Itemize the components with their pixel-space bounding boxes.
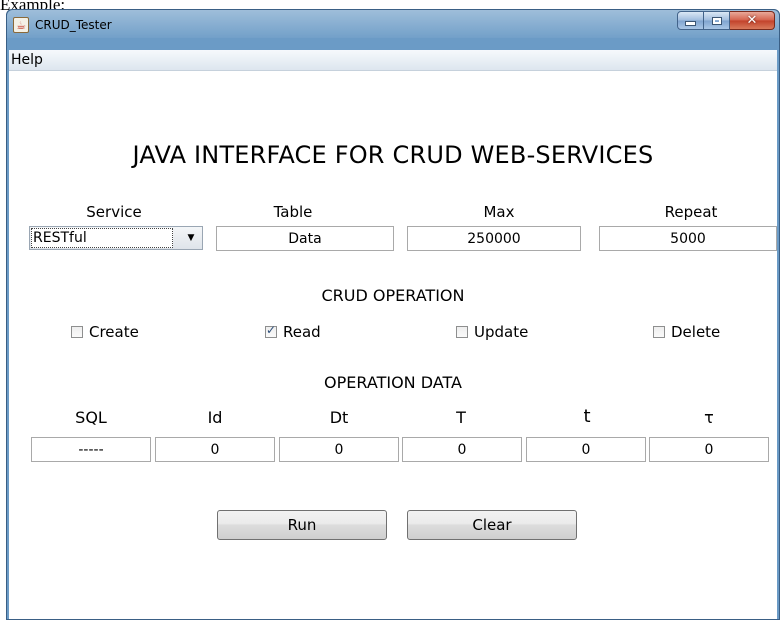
t-lower-field[interactable]: 0 [526,437,646,462]
crud-operation-title: CRUD OPERATION [321,286,465,305]
chevron-down-icon[interactable]: ▼ [185,229,197,247]
delete-label: Delete [671,323,721,341]
t-lower-header: t [583,406,591,427]
update-checkbox[interactable]: Update [456,323,528,341]
delete-checkbox[interactable]: Delete [653,323,720,341]
repeat-field[interactable]: 5000 [599,226,777,251]
title-bar[interactable]: ☕ CRUD_Tester ✕ [7,10,779,40]
repeat-label: Repeat [664,203,718,221]
t-upper-field[interactable]: 0 [402,437,522,462]
max-label: Max [483,203,515,221]
window-title: CRUD_Tester [35,18,112,32]
dt-header: Dt [329,408,349,427]
tau-header: τ [704,408,714,427]
app-window: ☕ CRUD_Tester ✕ Help JAVA INTERFACE FOR … [6,9,780,620]
maximize-icon [712,17,721,24]
sql-field[interactable]: ----- [31,437,151,462]
menu-bar: Help [9,50,777,71]
java-icon: ☕ [13,17,29,33]
window-controls: ✕ [677,11,775,30]
maximize-button[interactable] [704,11,730,30]
checkbox-checked-icon [265,323,277,338]
id-header: Id [207,408,223,427]
checkbox-icon [71,326,83,338]
checkbox-icon [456,326,468,338]
create-label: Create [89,323,139,341]
window-content: Help JAVA INTERFACE FOR CRUD WEB-SERVICE… [9,50,777,619]
update-label: Update [474,323,529,341]
close-button[interactable]: ✕ [730,11,775,30]
run-button[interactable]: Run [217,510,387,540]
minimize-icon [686,22,695,25]
create-checkbox[interactable]: Create [71,323,139,341]
max-field[interactable]: 250000 [407,226,581,251]
service-select-value: RESTful [31,228,173,248]
table-label: Table [273,203,313,221]
tau-field[interactable]: 0 [649,437,769,462]
t-upper-header: T [456,408,466,427]
checkbox-icon [653,326,665,338]
dt-field[interactable]: 0 [279,437,399,462]
sql-header: SQL [75,408,107,427]
service-select[interactable]: RESTful ▼ [29,226,203,250]
read-checkbox[interactable]: Read [265,323,321,341]
clear-button[interactable]: Clear [407,510,577,540]
service-label: Service [86,203,142,221]
minimize-button[interactable] [677,11,704,30]
read-label: Read [283,323,321,341]
close-icon: ✕ [746,13,758,28]
page-title: JAVA INTERFACE FOR CRUD WEB-SERVICES [132,141,654,169]
id-field[interactable]: 0 [155,437,275,462]
table-field[interactable]: Data [216,226,394,251]
menu-help[interactable]: Help [11,52,43,68]
operation-data-title: OPERATION DATA [324,373,462,392]
